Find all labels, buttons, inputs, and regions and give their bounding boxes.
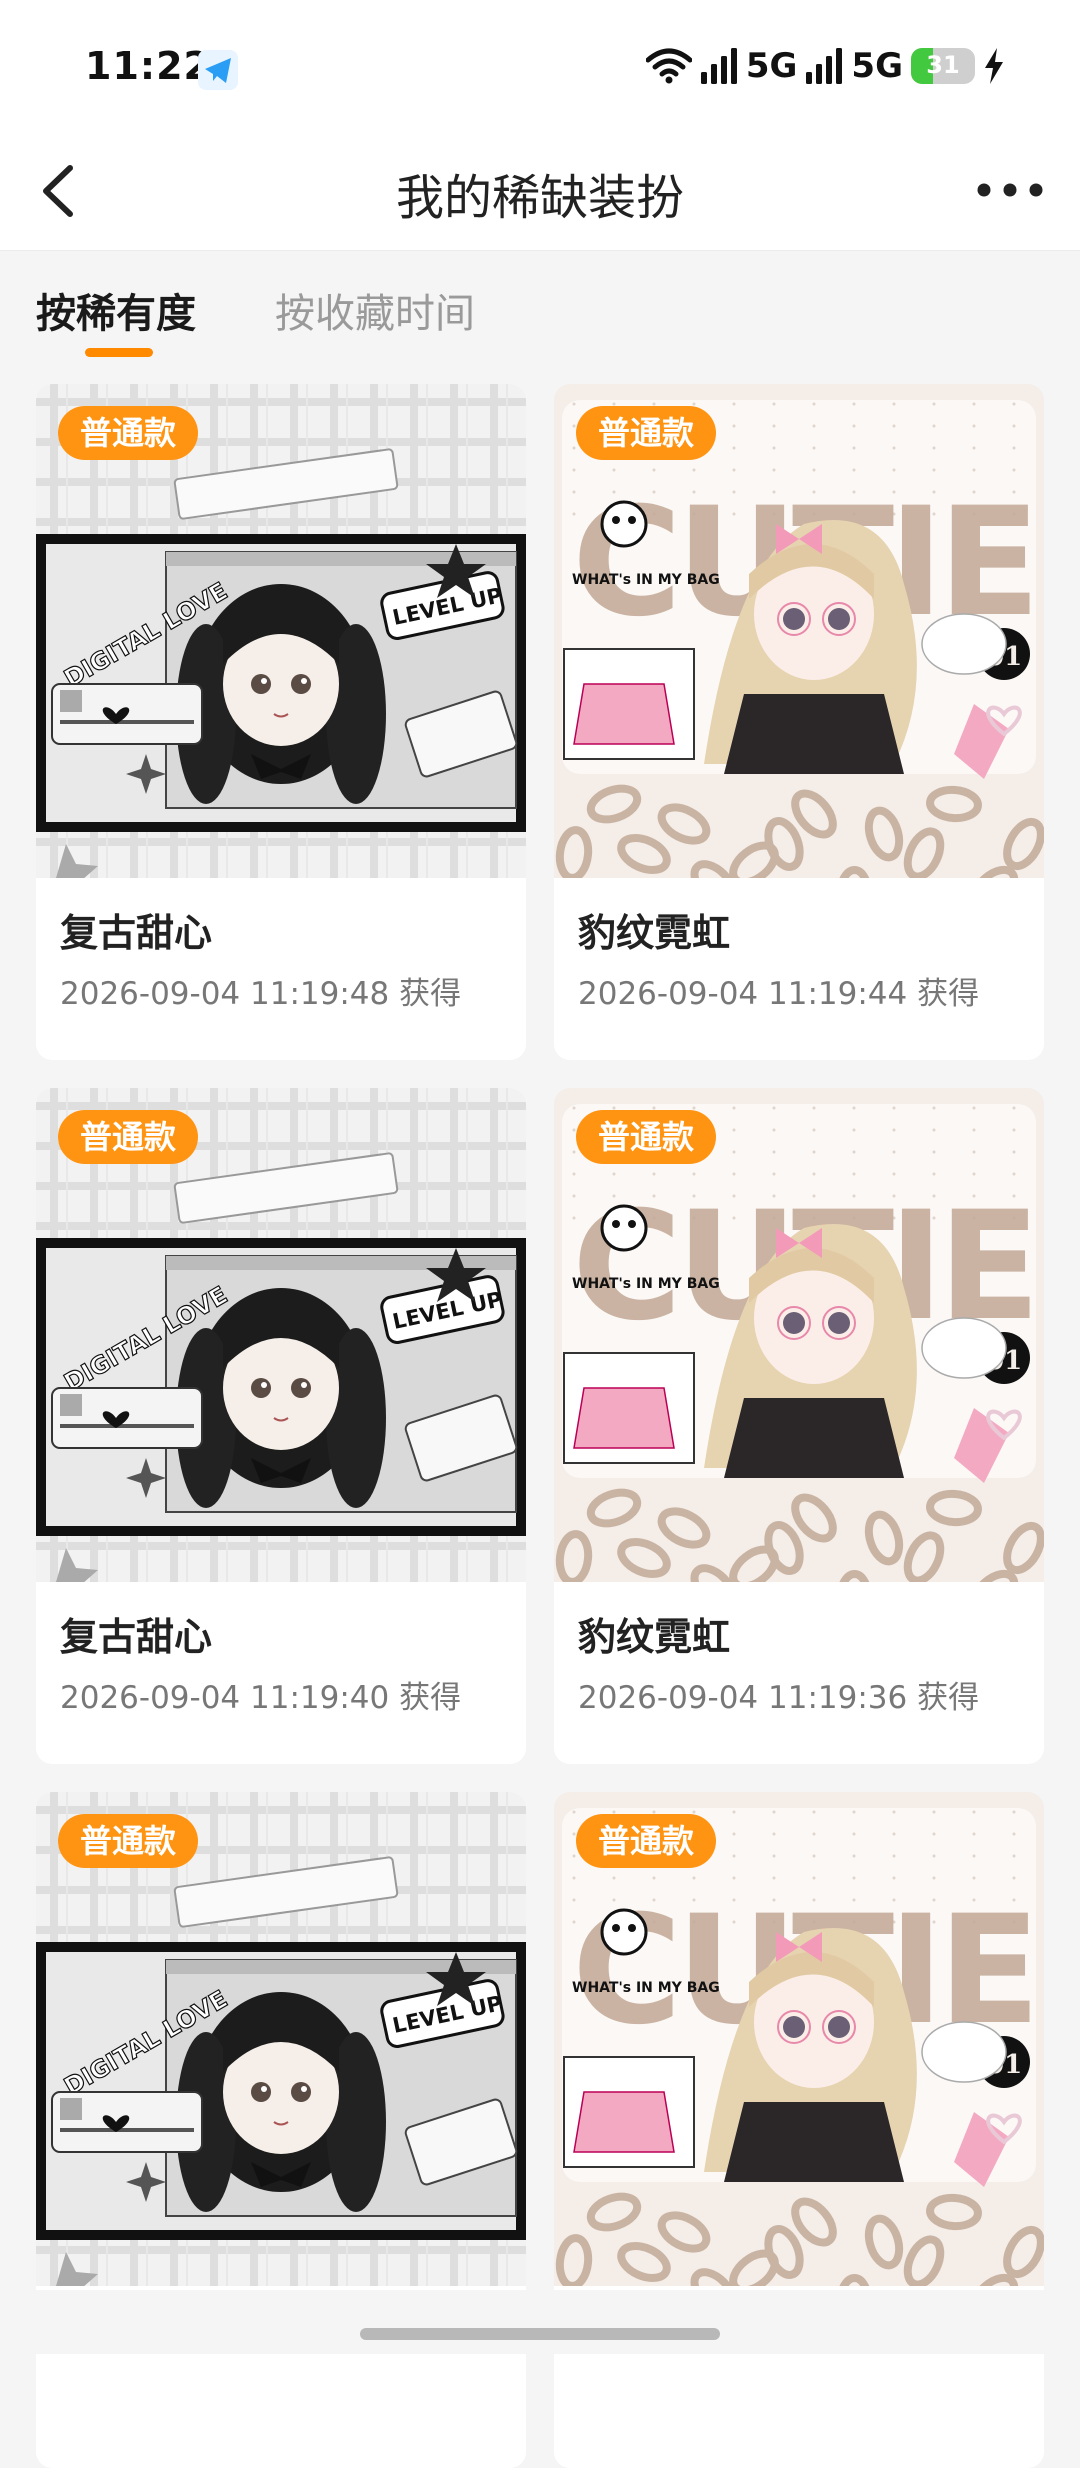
nav-header: 我的稀缺装扮 bbox=[0, 130, 1080, 251]
outfit-name: 豹纹霓虹 bbox=[578, 911, 731, 955]
rarity-badge: 普通款 bbox=[576, 406, 717, 460]
outfit-card[interactable]: CUTIE WHAT's IN MY BAG 01 普通款豹纹霓虹2026-09… bbox=[554, 384, 1044, 1060]
rarity-badge: 普通款 bbox=[58, 406, 199, 460]
network-label-1: 5G bbox=[745, 46, 798, 86]
rarity-badge: 普通款 bbox=[58, 1110, 199, 1164]
outfit-card[interactable]: CUTIE WHAT's IN MY BAG 01 普通款 bbox=[554, 1792, 1044, 2468]
charging-icon bbox=[985, 48, 1003, 84]
obtained-time: 2026-09-04 11:19:40 获得 bbox=[60, 1680, 462, 1716]
tab-by-collect-time[interactable]: 按收藏时间 bbox=[275, 281, 475, 339]
obtained-time: 2026-09-04 11:19:36 获得 bbox=[578, 1680, 980, 1716]
wifi-icon bbox=[645, 48, 692, 84]
rarity-badge: 普通款 bbox=[58, 1814, 199, 1868]
outfit-card[interactable]: DIGITAL LOVE LEVEL UP 普通款 复古甜心 2026-09-04 … bbox=[36, 384, 526, 1060]
obtained-time: 2026-09-04 11:19:48 获得 bbox=[60, 976, 462, 1012]
outfit-name: 复古甜心 bbox=[60, 911, 213, 955]
signal-icon-2 bbox=[806, 48, 843, 84]
outfit-card[interactable]: DIGITAL LOVE LEVEL UP 普通款 bbox=[36, 1792, 526, 2468]
outfit-name: 豹纹霓虹 bbox=[578, 1615, 731, 1659]
network-label-2: 5G bbox=[851, 46, 903, 86]
home-indicator[interactable] bbox=[360, 2328, 720, 2340]
rarity-badge: 普通款 bbox=[576, 1110, 717, 1164]
more-options-icon[interactable] bbox=[970, 160, 1050, 220]
outfit-card[interactable]: DIGITAL LOVE LEVEL UP 普通款 复古甜心 2026-09-04 … bbox=[36, 1088, 526, 1764]
status-bar: 11:22 5G 5G 31 bbox=[0, 0, 1080, 130]
battery-level: 31 bbox=[926, 51, 960, 79]
status-right: 5G 5G 31 bbox=[645, 44, 1005, 88]
telegram-icon bbox=[198, 50, 238, 90]
battery-indicator: 31 bbox=[911, 48, 975, 84]
active-tab-indicator bbox=[85, 348, 153, 357]
sort-tabs: 按稀有度 按收藏时间 bbox=[0, 251, 1080, 361]
status-time: 11:22 bbox=[85, 44, 211, 88]
svg-text:WHAT's IN MY BAG: WHAT's IN MY BAG bbox=[572, 1980, 720, 1996]
tab-by-rarity[interactable]: 按稀有度 bbox=[36, 281, 196, 339]
svg-text:WHAT's IN MY BAG: WHAT's IN MY BAG bbox=[572, 1276, 720, 1292]
signal-icon bbox=[700, 48, 737, 84]
outfit-card[interactable]: CUTIE WHAT's IN MY BAG 01 普通款豹纹霓虹2026-09… bbox=[554, 1088, 1044, 1764]
outfit-name: 复古甜心 bbox=[60, 1615, 213, 1659]
page-title: 我的稀缺装扮 bbox=[395, 170, 684, 226]
rarity-badge: 普通款 bbox=[576, 1814, 717, 1868]
bottom-area bbox=[0, 2290, 1080, 2354]
svg-text:WHAT's IN MY BAG: WHAT's IN MY BAG bbox=[572, 572, 720, 588]
obtained-time: 2026-09-04 11:19:44 获得 bbox=[578, 976, 980, 1012]
